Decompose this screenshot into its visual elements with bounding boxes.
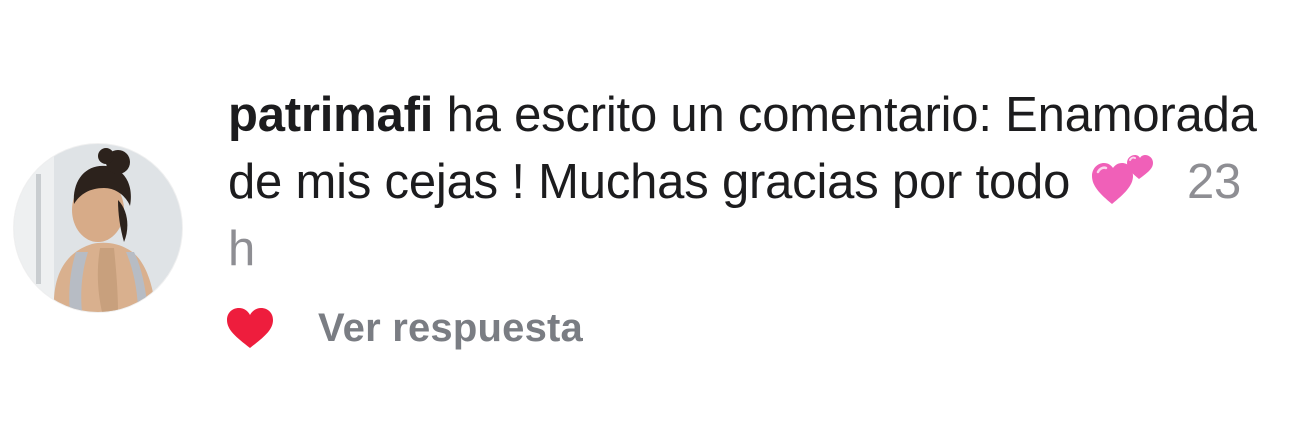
- comment-actions: Ver respuesta: [226, 300, 583, 356]
- avatar[interactable]: [14, 144, 182, 312]
- view-replies-button[interactable]: Ver respuesta: [318, 306, 583, 351]
- heart-filled-icon: [227, 308, 273, 348]
- two-hearts-icon: [1091, 150, 1156, 206]
- comment-text-block: patrimafi ha escrito un comentario: Enam…: [228, 82, 1268, 283]
- comment-username[interactable]: patrimafi: [228, 88, 433, 142]
- profile-photo: [14, 144, 182, 312]
- comment-intro: ha escrito un comentario:: [446, 88, 992, 142]
- like-button[interactable]: [226, 304, 274, 352]
